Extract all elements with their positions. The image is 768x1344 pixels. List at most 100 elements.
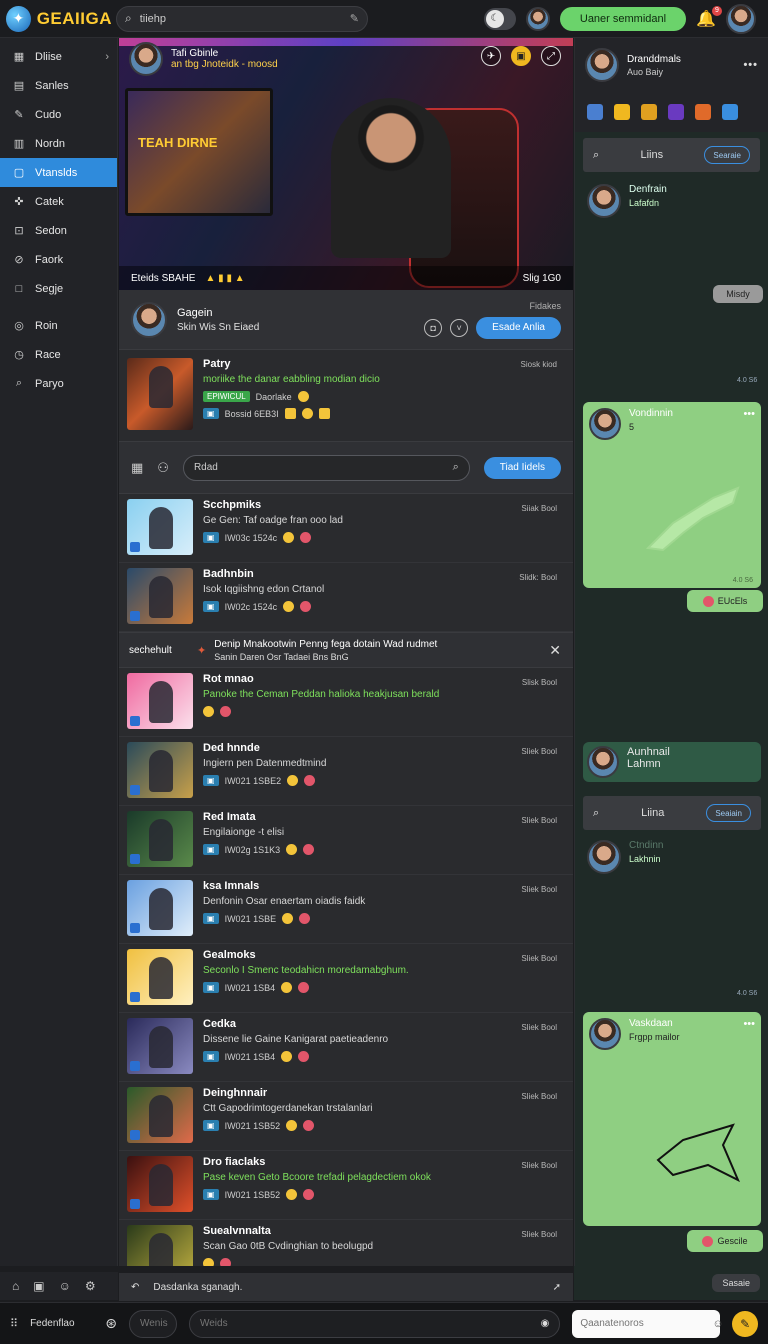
reaction-icon[interactable] (299, 913, 311, 924)
avatar[interactable] (587, 746, 619, 778)
share-icon[interactable] (587, 104, 603, 120)
close-icon[interactable]: ✕ (549, 642, 561, 659)
expand-icon[interactable]: ⤢ (541, 46, 561, 66)
reply-chip[interactable]: Gescile (687, 1230, 763, 1252)
sidebar-item-dliise[interactable]: ▦ Dliise › (0, 42, 117, 71)
list-item[interactable]: Ded hnnde Ingiern pen Datenmedtmind ▣ IW021… (119, 737, 573, 806)
reaction-icon[interactable] (286, 1189, 298, 1200)
logo[interactable]: ✦ GEAIIGA (0, 5, 112, 32)
search-icon[interactable]: ⌕ (453, 461, 459, 474)
home-icon[interactable]: ⌂ (12, 1279, 19, 1293)
message-input[interactable] (580, 1318, 713, 1329)
reaction-icon[interactable] (303, 1120, 315, 1131)
avatar[interactable] (589, 408, 621, 440)
pen-icon[interactable]: ✎ (350, 12, 359, 25)
reaction-icon[interactable] (283, 532, 295, 543)
chat-item[interactable]: Denfrain Lafafdn (581, 178, 762, 298)
camera-icon[interactable]: ◘ (424, 318, 443, 337)
folder-icon[interactable] (614, 104, 630, 120)
list-item[interactable]: Gealmoks Seconlo I Smenc teodahicn moreda… (119, 944, 573, 1013)
avatar[interactable] (587, 840, 621, 874)
game-icon[interactable] (641, 104, 657, 120)
sidebar-item-paryo[interactable]: ⌕ Paryo (0, 369, 117, 398)
list-item[interactable]: Suealvnnalta Scan Gao 0tB Cvdinghian to b… (119, 1220, 573, 1266)
list-item[interactable]: Red Imata Engilaionge -t elisi ▣ IW02g 1S1K… (119, 806, 573, 875)
featured-post[interactable]: Patry moriike the danar eabbling modian … (119, 350, 573, 442)
post-thumbnail[interactable] (127, 1225, 193, 1266)
chat-search[interactable]: ⌕ Liins Searaie (583, 138, 760, 172)
send-chip-button[interactable]: Sasaie (712, 1274, 760, 1292)
sidebar-item-segje[interactable]: □ Segje (0, 274, 117, 303)
post-thumbnail[interactable] (127, 499, 193, 555)
gift-icon[interactable]: ▣ (511, 46, 531, 66)
notification-banner[interactable]: sechehult ✦ Denip Mnakootwin Penng fega … (119, 632, 573, 668)
post-thumbnail[interactable] (127, 358, 193, 430)
filter-input[interactable] (193, 462, 453, 473)
image-icon[interactable]: ▣ (33, 1279, 44, 1293)
apps-icon[interactable]: ⠿ (10, 1317, 18, 1330)
list-item[interactable]: Cedka Dissene lie Gaine Kanigarat paetiea… (119, 1013, 573, 1082)
search-bar[interactable]: ⌕ ✎ (116, 5, 368, 32)
list-item[interactable]: Dro fiaclaks Pase keven Geto Bcoore trefa… (119, 1151, 573, 1220)
list-item[interactable]: Badhnbin Isok Iqgiishng edon Crtanol ▣ IW02… (119, 563, 573, 632)
share-icon[interactable]: ➚ (553, 1282, 561, 1293)
post-thumbnail[interactable] (127, 568, 193, 624)
chat-card[interactable]: Vondinnin 5 ••• 4.0 S6 (583, 402, 761, 588)
settings-icon[interactable]: ⚙ (85, 1279, 96, 1293)
reaction-icon[interactable] (301, 408, 313, 419)
reaction-icon[interactable] (203, 706, 214, 717)
follow-button[interactable]: Esade Anlia (476, 316, 561, 339)
reaction-icon[interactable] (281, 1051, 293, 1062)
reaction-icon[interactable] (283, 601, 295, 612)
avatar[interactable] (525, 6, 550, 31)
chat-search-button[interactable]: Seaiain (706, 804, 751, 822)
theme-toggle[interactable]: ☾ (483, 7, 516, 30)
post-thumbnail[interactable] (127, 1018, 193, 1074)
face-icon[interactable]: ☺ (59, 1279, 71, 1293)
reaction-icon[interactable] (303, 1189, 315, 1200)
bottom-input-2[interactable] (199, 1318, 541, 1329)
sidebar-item-cudo[interactable]: ✎ Cudo (0, 100, 117, 129)
post-thumbnail[interactable] (127, 742, 193, 798)
sidebar-item-sanles[interactable]: ▤ Sanles (0, 71, 117, 100)
reaction-icon[interactable] (220, 1258, 231, 1266)
sidebar-item-sedon[interactable]: ⊡ Sedon (0, 216, 117, 245)
bottom-field-short[interactable] (128, 1309, 272, 1338)
chat-card[interactable]: Vaskdaan Frgpp mailor ••• (583, 1012, 761, 1226)
reaction-icon[interactable] (304, 775, 316, 786)
emoji-icon[interactable]: ☺ (712, 1318, 723, 1330)
post-thumbnail[interactable] (127, 880, 193, 936)
send-button[interactable]: ✎ (732, 1310, 758, 1337)
reaction-icon[interactable] (286, 844, 298, 855)
more-icon[interactable]: ••• (743, 408, 755, 440)
post-thumbnail[interactable] (127, 1156, 193, 1212)
reaction-icon[interactable] (287, 775, 299, 786)
reaction-icon[interactable] (298, 982, 310, 993)
bottom-field-long[interactable]: ◉ (188, 1309, 561, 1338)
reaction-icon[interactable] (284, 408, 296, 419)
streamer-avatar[interactable] (129, 42, 163, 76)
file-icon[interactable] (722, 104, 738, 120)
calendar-icon[interactable]: ▦ (131, 460, 143, 476)
record-icon[interactable]: ◉ (541, 1318, 550, 1329)
list-item[interactable]: ksa Imnals Denfonin Osar enaertam oiadis … (119, 875, 573, 944)
reaction-icon[interactable] (318, 408, 330, 419)
post-thumbnail[interactable] (127, 1087, 193, 1143)
sidebar-item-vtanslds[interactable]: ▢ Vtanslds (0, 158, 117, 187)
reaction-icon[interactable] (303, 844, 315, 855)
twitch-icon[interactable] (668, 104, 684, 120)
users-icon[interactable]: ⚇ (157, 460, 169, 476)
reply-chip[interactable]: EUcEls (687, 590, 763, 612)
fire-icon[interactable] (695, 104, 711, 120)
user-avatar[interactable] (726, 3, 756, 34)
list-item[interactable]: Deinghnnair Ctt Gapodrimtogerdanekan trst… (119, 1082, 573, 1151)
channel-avatar[interactable] (131, 301, 167, 338)
sidebar-item-catek[interactable]: ✜ Catek (0, 187, 117, 216)
post-thumbnail[interactable] (127, 949, 193, 1005)
chat-item-highlight[interactable]: Aunhnail Lahmn (583, 742, 761, 782)
sidebar-item-nordn[interactable]: ▥ Nordn (0, 129, 117, 158)
sidebar-item-faork[interactable]: ⊘ Faork (0, 245, 117, 274)
reaction-icon[interactable] (300, 532, 312, 543)
chat-item[interactable]: Ctndinn Lakhnin (581, 834, 669, 880)
avatar[interactable] (585, 48, 619, 82)
